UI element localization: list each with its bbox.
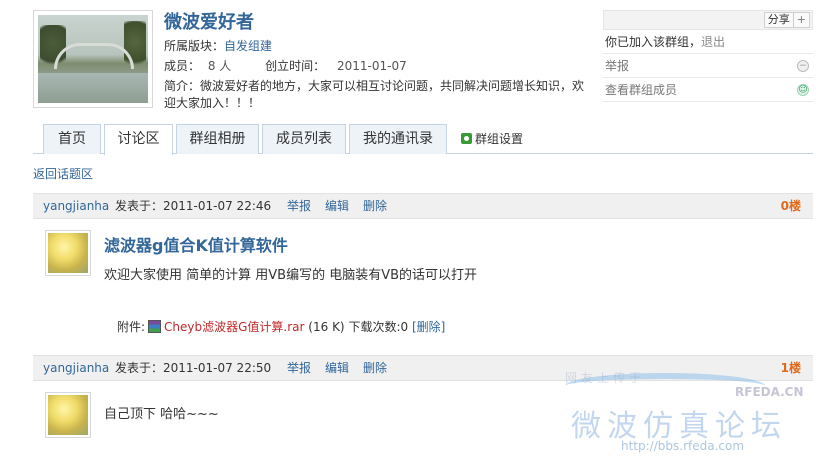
- attachment-label: 附件:: [117, 320, 146, 334]
- report-link[interactable]: 举报: [287, 356, 311, 380]
- share-button[interactable]: 分享 +: [763, 12, 810, 28]
- post-date: 发表于：2011-01-07 22:46: [115, 199, 272, 213]
- floor-number: 0楼: [780, 199, 801, 213]
- report-row[interactable]: 举报 −: [603, 54, 813, 78]
- members-label: 成员：: [164, 59, 201, 73]
- tab-home[interactable]: 首页: [43, 124, 101, 154]
- group-sidebar: 分享 + 你已加入该群组，退出 举报 − 查看群组成员 ☺: [603, 10, 813, 102]
- section-label: 所属版块：: [164, 39, 225, 53]
- section-link[interactable]: 自发组建: [224, 39, 272, 53]
- view-members-label[interactable]: 查看群组成员: [605, 83, 677, 97]
- back-to-topics-link[interactable]: 返回话题区: [33, 165, 93, 182]
- floor-number: 1楼: [780, 361, 801, 375]
- group-section-line: 所属版块：自发组建: [164, 37, 272, 54]
- watermark-title: 微波仿真论坛: [571, 409, 787, 444]
- tab-members[interactable]: 成员列表: [262, 124, 346, 154]
- avatar[interactable]: [45, 230, 91, 276]
- attachment: 附件: Cheyb滤波器G值计算.rar (16 K) 下载次数:0 [删除]: [117, 318, 445, 335]
- attachment-size: (16 K): [308, 320, 345, 334]
- group-photo: [38, 15, 148, 103]
- report-link[interactable]: 举报: [287, 194, 311, 218]
- delete-link[interactable]: 删除: [363, 194, 387, 218]
- joined-text: 你已加入该群组，: [605, 35, 702, 49]
- post-title[interactable]: 滤波器g值合K值计算软件: [104, 232, 288, 256]
- watermark-brand: RFEDA.CN: [735, 385, 804, 399]
- tab-album[interactable]: 群组相册: [176, 124, 259, 154]
- group-intro: 简介：微波爱好者的地方，大家可以相互讨论问题，共同解决问题增长知识，欢迎大家加入…: [164, 79, 585, 110]
- group-title[interactable]: 微波爱好者: [164, 8, 254, 34]
- created-value: 2011-01-07: [336, 59, 407, 73]
- report-icon: −: [797, 60, 809, 72]
- delete-link[interactable]: 删除: [363, 356, 387, 380]
- gear-icon: [461, 133, 472, 144]
- members-icon: ☺: [797, 84, 809, 96]
- post-author[interactable]: yangjianha: [43, 194, 109, 218]
- members-value: 8 人: [207, 59, 232, 73]
- group-tabs: 首页 讨论区 群组相册 成员列表 我的通讯录 群组设置: [33, 124, 813, 155]
- view-members-row[interactable]: 查看群组成员 ☺: [603, 78, 813, 102]
- exit-link[interactable]: 退出: [701, 35, 725, 49]
- membership-row: 你已加入该群组，退出: [603, 30, 813, 54]
- share-plus-icon[interactable]: +: [792, 13, 806, 27]
- edit-link[interactable]: 编辑: [325, 194, 349, 218]
- post-date: 发表于：2011-01-07 22:50: [115, 361, 272, 375]
- attachment-downloads: 下载次数:0: [348, 320, 409, 334]
- created-label: 创立时间：: [265, 59, 326, 73]
- rar-file-icon: [148, 320, 162, 333]
- watermark-url: http://bbs.rfeda.com: [621, 439, 745, 453]
- tab-contacts[interactable]: 我的通讯录: [349, 124, 447, 154]
- share-bar: 分享 +: [603, 10, 813, 30]
- report-label[interactable]: 举报: [605, 59, 629, 73]
- tab-discussion[interactable]: 讨论区: [104, 124, 173, 155]
- post-header: yangjianha 发表于：2011-01-07 22:46 举报 编辑 删除…: [33, 193, 813, 219]
- tab-group-settings[interactable]: 群组设置: [461, 130, 523, 147]
- post-header: yangjianha 发表于：2011-01-07 22:50 举报 编辑 删除…: [33, 355, 813, 381]
- edit-link[interactable]: 编辑: [325, 356, 349, 380]
- post-body: 欢迎大家使用 简单的计算 用VB编写的 电脑装有VB的话可以打开: [104, 268, 478, 283]
- attachment-delete-link[interactable]: [删除]: [412, 320, 445, 334]
- attachment-link[interactable]: Cheyb滤波器G值计算.rar: [164, 320, 304, 334]
- post-body: 自己顶下 哈哈~~~: [104, 407, 219, 422]
- post-author[interactable]: yangjianha: [43, 356, 109, 380]
- avatar[interactable]: [45, 392, 91, 438]
- group-thumbnail[interactable]: [33, 10, 153, 108]
- group-settings-label[interactable]: 群组设置: [475, 132, 523, 146]
- group-stats-line: 成员： 8 人 创立时间： 2011-01-07: [164, 57, 407, 74]
